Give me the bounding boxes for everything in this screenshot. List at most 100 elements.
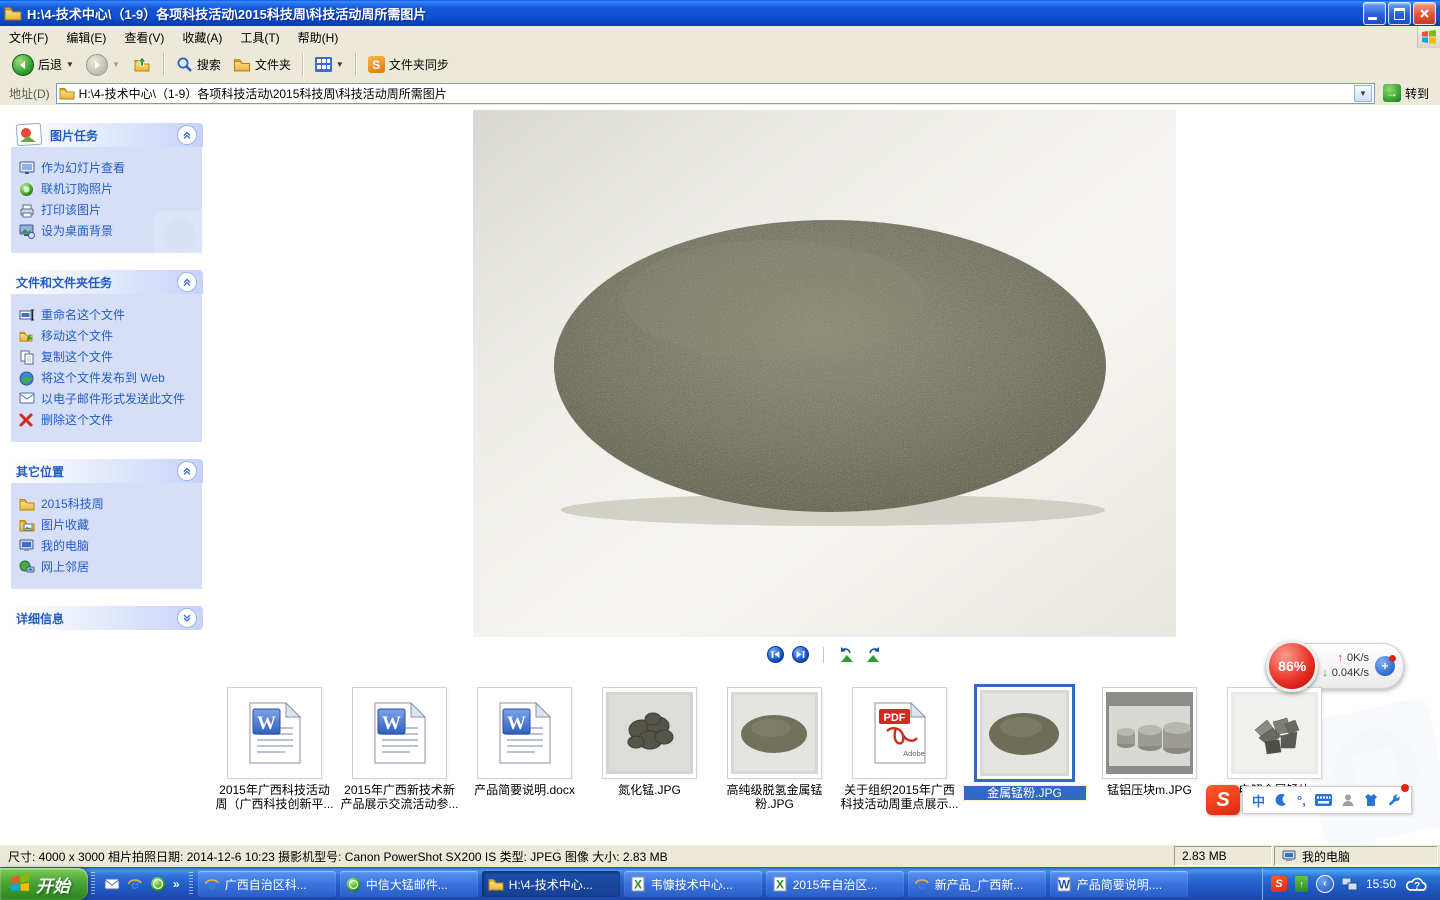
file-item[interactable]: 2015年广西新技术新产品展示交流活动参... xyxy=(337,687,462,811)
settings-wrench-icon[interactable] xyxy=(1387,793,1402,807)
quicklaunch-more-chevron[interactable]: » xyxy=(173,877,180,891)
preview-image[interactable] xyxy=(473,110,1176,637)
skin-shirt-icon[interactable] xyxy=(1364,793,1378,807)
task-button[interactable]: 产品简要说明.... xyxy=(1050,871,1188,897)
expand-chevron-icon[interactable] xyxy=(177,608,197,628)
views-dropdown-icon[interactable]: ▼ xyxy=(336,60,344,69)
task-move-file[interactable]: 移动这个文件 xyxy=(19,329,198,344)
folder-sync-button[interactable]: S 文件夹同步 xyxy=(362,53,455,76)
menu-edit[interactable]: 编辑(E) xyxy=(57,27,115,48)
menu-help[interactable]: 帮助(H) xyxy=(289,27,348,48)
task-rename-file[interactable]: 重命名这个文件 xyxy=(19,308,198,323)
file-tasks-header[interactable]: 文件和文件夹任务 xyxy=(10,270,203,294)
address-input[interactable]: H:\4-技术中心\（1-9）各项科技活动\2015科技周\科技活动周所需图片 … xyxy=(56,83,1375,104)
quicklaunch-browser-icon[interactable] xyxy=(150,876,166,892)
close-button[interactable] xyxy=(1413,2,1436,25)
menu-file[interactable]: 文件(F) xyxy=(0,27,57,48)
tray-network-icon[interactable] xyxy=(1342,878,1358,891)
views-icon xyxy=(315,57,332,72)
go-icon: → xyxy=(1383,84,1401,102)
status-info: 尺寸: 4000 x 3000 相片拍照日期: 2014-12-6 10:23 … xyxy=(0,846,1172,866)
menu-tools[interactable]: 工具(T) xyxy=(231,27,288,48)
details-header[interactable]: 详细信息 xyxy=(10,606,203,630)
word-doc-icon xyxy=(374,702,426,764)
search-button[interactable]: 搜索 xyxy=(170,53,227,76)
publish-web-icon xyxy=(19,371,35,386)
system-tray: S ↑ ‹ 15:50 ? xyxy=(1262,868,1440,900)
start-button[interactable]: 开始 xyxy=(0,868,88,900)
file-label: 金属锰粉.JPG xyxy=(964,786,1086,800)
sync-icon: S xyxy=(368,56,385,73)
add-button[interactable]: + xyxy=(1375,656,1395,676)
task-copy-file[interactable]: 复制这个文件 xyxy=(19,350,198,365)
place-my-pictures[interactable]: 图片收藏 xyxy=(19,518,198,533)
place-2015-tech-week[interactable]: 2015科技周 xyxy=(19,497,198,512)
place-network[interactable]: 网上邻居 xyxy=(19,560,198,575)
file-item[interactable]: 锰铝压块m.JPG xyxy=(1087,687,1212,811)
task-delete-file[interactable]: 删除这个文件 xyxy=(19,413,198,428)
other-places-header[interactable]: 其它位置 xyxy=(10,459,203,483)
tray-usb-icon[interactable]: ↑ xyxy=(1295,876,1308,892)
task-view-slideshow[interactable]: 作为幻灯片查看 xyxy=(19,161,198,176)
forward-button[interactable]: ▼ xyxy=(80,51,126,79)
user-icon[interactable] xyxy=(1341,793,1355,807)
file-item[interactable]: 高纯级脱氢金属锰粉.JPG xyxy=(712,687,837,811)
menu-favorites[interactable]: 收藏(A) xyxy=(173,27,231,48)
file-item[interactable]: 2015年广西科技活动周（广西科技创新平... xyxy=(212,687,337,811)
file-item-selected[interactable]: 金属锰粉.JPG xyxy=(962,687,1087,811)
photo-thumbnail xyxy=(606,692,693,774)
menu-view[interactable]: 查看(V) xyxy=(115,27,173,48)
address-dropdown-icon[interactable]: ▼ xyxy=(1354,85,1372,102)
optimization-ball[interactable]: 86% xyxy=(1266,640,1318,692)
tray-collapse-chevron[interactable]: ‹ xyxy=(1316,875,1334,893)
network-speed-widget[interactable]: 86% ↑ 0K/s ↓ 0.04K/s + xyxy=(1267,643,1404,689)
minimize-button[interactable] xyxy=(1363,2,1386,25)
sogou-logo-icon[interactable]: S xyxy=(1206,785,1240,815)
file-item[interactable]: 产品简要说明.docx xyxy=(462,687,587,811)
sogou-input-bar[interactable]: S 中 °, xyxy=(1206,785,1412,815)
restore-button[interactable] xyxy=(1388,2,1411,25)
back-button[interactable]: 后退 ▼ xyxy=(6,51,80,79)
file-item[interactable]: 关于组织2015年广西科技活动周重点展示... xyxy=(837,687,962,811)
back-dropdown-icon[interactable]: ▼ xyxy=(66,60,74,69)
tray-cloud-icon[interactable]: ? xyxy=(1404,875,1430,893)
file-item[interactable]: 氮化锰.JPG xyxy=(587,687,712,811)
fullwidth-moon-icon[interactable] xyxy=(1274,793,1288,807)
my-computer-icon xyxy=(1282,850,1297,863)
taskband-grip[interactable] xyxy=(189,872,193,896)
quicklaunch-mail-icon[interactable] xyxy=(104,878,120,890)
punctuation-toggle[interactable]: °, xyxy=(1297,793,1306,808)
task-publish-file[interactable]: 将这个文件发布到 Web xyxy=(19,371,198,386)
pictures-folder-icon xyxy=(19,518,35,533)
next-image-button[interactable] xyxy=(792,646,809,663)
quicklaunch-grip[interactable] xyxy=(91,872,95,896)
up-button[interactable] xyxy=(126,53,158,76)
previous-image-button[interactable] xyxy=(767,646,784,663)
soft-keyboard-icon[interactable] xyxy=(1315,794,1332,806)
collapse-chevron-icon[interactable] xyxy=(177,272,197,292)
folders-label: 文件夹 xyxy=(255,56,291,73)
quicklaunch-ie-icon[interactable] xyxy=(127,876,143,892)
task-button-active[interactable]: H:\4-技术中心... xyxy=(482,871,620,897)
tray-clock[interactable]: 15:50 xyxy=(1366,877,1396,891)
place-my-computer[interactable]: 我的电脑 xyxy=(19,539,198,554)
tray-sogou-icon[interactable]: S xyxy=(1271,876,1287,892)
collapse-chevron-icon[interactable] xyxy=(177,461,197,481)
folders-button[interactable]: 文件夹 xyxy=(227,53,297,76)
collapse-chevron-icon[interactable] xyxy=(177,125,197,145)
rotate-counterclockwise-button[interactable] xyxy=(838,647,856,663)
input-mode-toggle[interactable]: 中 xyxy=(1252,791,1265,810)
start-label: 开始 xyxy=(36,872,70,897)
picture-tasks-header[interactable]: 图片任务 xyxy=(10,123,203,147)
word-icon xyxy=(1056,876,1072,892)
task-button[interactable]: 新产品_广西新... xyxy=(908,871,1046,897)
task-button[interactable]: 广西自治区科... xyxy=(198,871,336,897)
task-button[interactable]: 韦慷技术中心... xyxy=(624,871,762,897)
rotate-clockwise-button[interactable] xyxy=(864,647,882,663)
task-order-prints[interactable]: 联机订购照片 xyxy=(19,182,198,197)
task-button[interactable]: 中信大锰邮件... xyxy=(340,871,478,897)
go-button[interactable]: → 转到 xyxy=(1375,84,1437,102)
task-email-file[interactable]: 以电子邮件形式发送此文件 xyxy=(19,392,198,407)
views-button[interactable]: ▼ xyxy=(309,54,350,75)
task-button[interactable]: 2015年自治区... xyxy=(766,871,904,897)
